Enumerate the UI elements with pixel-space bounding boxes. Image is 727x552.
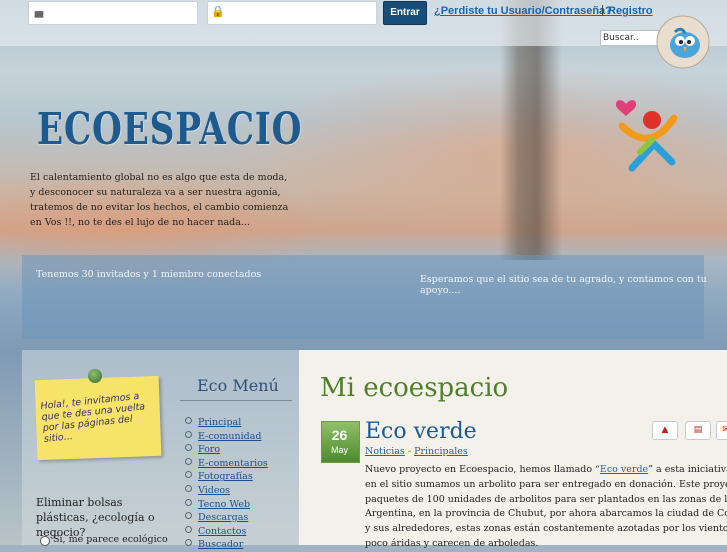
bullet-icon bbox=[185, 525, 192, 533]
menu-item-principal[interactable]: Principal bbox=[185, 416, 268, 430]
menu-item-contactos[interactable]: Contactos bbox=[185, 525, 268, 539]
register-link[interactable]: Registro bbox=[608, 5, 653, 17]
forgot-password-link[interactable]: ¿Perdiste tu Usuario/Contraseña? bbox=[434, 5, 612, 17]
site-logo[interactable]: ECOESPACIO bbox=[37, 104, 302, 155]
menu-item-label: Foro bbox=[198, 444, 221, 456]
menu-item-foro[interactable]: Foro bbox=[185, 443, 268, 457]
login-button[interactable]: Entrar bbox=[383, 1, 427, 25]
people-emblem-icon bbox=[615, 100, 678, 172]
article-line: Argentina, en la provincia de Chubut, po… bbox=[365, 508, 727, 520]
menu-title: Eco Menú bbox=[197, 376, 279, 395]
article-line: y sus alrededores, estas zonas están cos… bbox=[365, 523, 727, 535]
lock-icon: 🔒 bbox=[211, 5, 225, 18]
eco-menu: Principal E-comunidad Foro E-comentarios Fot… bbox=[185, 416, 268, 552]
username-field[interactable]: ▄ bbox=[28, 1, 198, 25]
bullet-icon bbox=[185, 417, 192, 424]
article-line: paquetes de 100 unidades de arbolitos pa… bbox=[365, 493, 727, 505]
user-icon: ▄ bbox=[34, 5, 44, 18]
welcome-text: Esperamos que el sitio sea de tu agrado,… bbox=[420, 274, 707, 296]
category-link-noticias[interactable]: Noticias bbox=[365, 446, 405, 457]
menu-item-tecno-web[interactable]: Tecno Web bbox=[185, 498, 268, 512]
menu-item-e-comentarios[interactable]: E-comentarios bbox=[185, 457, 268, 471]
menu-item-videos[interactable]: Videos bbox=[185, 484, 268, 498]
date-month: May bbox=[330, 445, 348, 455]
print-icon[interactable]: ▤ bbox=[685, 421, 711, 440]
bullet-icon bbox=[185, 484, 192, 492]
menu-item-descargas[interactable]: Descargas bbox=[185, 511, 268, 525]
online-users-text: Tenemos 30 invitados y 1 miembro conecta… bbox=[36, 269, 262, 280]
bullet-icon bbox=[185, 539, 192, 547]
article-body: Nuevo proyecto en Ecoespacio, hemos llam… bbox=[365, 463, 727, 552]
category-link-principales[interactable]: Principales bbox=[414, 446, 468, 457]
bullet-icon bbox=[185, 512, 192, 520]
bullet-icon bbox=[185, 444, 192, 452]
bullet-icon bbox=[185, 430, 192, 438]
menu-item-label: Tecno Web bbox=[198, 498, 251, 510]
password-field[interactable]: 🔒 bbox=[207, 1, 377, 25]
pdf-icon[interactable]: ▲ bbox=[652, 421, 678, 440]
menu-item-label: E-comunidad bbox=[198, 430, 262, 442]
menu-item-label: Videos bbox=[198, 484, 231, 496]
menu-item-label: Principal bbox=[198, 417, 242, 428]
menu-divider bbox=[180, 400, 292, 401]
pin-icon bbox=[88, 369, 102, 383]
article-line: en el sitio sumamos un arbolito para ser… bbox=[365, 478, 727, 490]
info-band bbox=[22, 255, 704, 339]
article-categories: Noticias - Principales bbox=[365, 446, 468, 457]
article-lines: en el sitio sumamos un arbolito para ser… bbox=[365, 478, 727, 552]
bullet-icon bbox=[185, 498, 192, 506]
eco-verde-link[interactable]: Eco verde bbox=[600, 464, 648, 475]
page-heading: Mi ecoespacio bbox=[320, 373, 509, 403]
twitter-bird-icon[interactable] bbox=[655, 14, 711, 70]
article-title[interactable]: Eco verde bbox=[365, 419, 477, 444]
menu-item-label: Fotografías bbox=[198, 471, 253, 483]
article-line: Nuevo proyecto en Ecoespacio, hemos llam… bbox=[365, 464, 727, 475]
menu-item-buscador[interactable]: Buscador bbox=[185, 538, 268, 552]
bullet-icon bbox=[185, 471, 192, 479]
category-separator: - bbox=[407, 446, 412, 457]
poll-option-label: Sí, me parece ecológico bbox=[53, 534, 168, 545]
bullet-icon bbox=[185, 457, 192, 465]
date-day: 26 bbox=[331, 427, 348, 443]
email-icon[interactable]: ✉ bbox=[716, 421, 727, 440]
article-line: poco áridas y carecen de arboledas. bbox=[365, 537, 539, 549]
menu-item-label: Contactos bbox=[198, 525, 247, 537]
menu-item-label: Descargas bbox=[198, 512, 249, 524]
site-tagline: El calentamiento global no es algo que e… bbox=[30, 172, 289, 228]
menu-item-e-comunidad[interactable]: E-comunidad bbox=[185, 430, 268, 444]
link-separator: | bbox=[601, 4, 604, 16]
menu-item-label: E-comentarios bbox=[198, 457, 268, 469]
menu-item-fotografías[interactable]: Fotografías bbox=[185, 470, 268, 484]
